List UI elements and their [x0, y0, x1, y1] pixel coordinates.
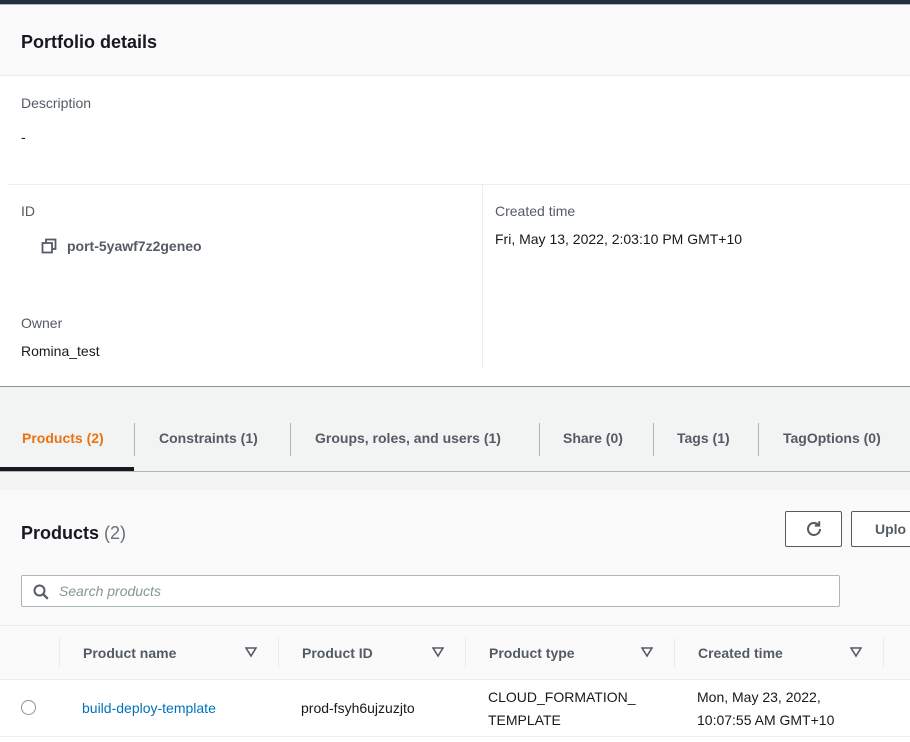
product-id-cell: prod-fsyh6ujzuzjto [301, 700, 415, 716]
description-value: - [21, 129, 26, 145]
id-label: ID [21, 203, 35, 219]
created-time-label: Created time [495, 203, 576, 219]
created-time-cell-line2: 10:07:55 AM GMT+10 [697, 712, 835, 728]
tabs-border [0, 471, 910, 472]
search-field [21, 575, 840, 607]
owner-label: Owner [21, 315, 63, 331]
search-icon [33, 584, 49, 600]
description-label: Description [21, 95, 92, 111]
column-header-product-id[interactable]: Product ID [302, 625, 373, 680]
row-divider [0, 736, 910, 737]
product-name-link[interactable]: build-deploy-template [82, 700, 216, 716]
tab-separator [290, 423, 291, 456]
sort-down-icon[interactable] [850, 646, 862, 658]
column-header-created-time[interactable]: Created time [698, 625, 783, 680]
product-type-cell-line1: CLOUD_FORMATION_ [488, 689, 636, 705]
tab-separator [758, 423, 759, 456]
products-count: (2) [104, 523, 127, 543]
tab-tags[interactable]: Tags (1) [677, 405, 730, 471]
tab-tagoptions[interactable]: TagOptions (0) [783, 405, 881, 471]
column-separator [883, 638, 884, 668]
search-input[interactable] [59, 576, 829, 606]
portfolio-details-panel: Portfolio details [0, 5, 910, 386]
portfolio-id: port-5yawf7z2geneo [67, 238, 202, 254]
column-separator [465, 638, 466, 668]
tab-separator [539, 423, 540, 456]
column-separator [59, 638, 60, 668]
product-type-cell-line2: TEMPLATE [488, 712, 561, 728]
divider [8, 184, 910, 185]
tab-separator [134, 423, 135, 456]
column-separator [674, 638, 675, 668]
row-select-radio[interactable] [21, 700, 36, 715]
sort-down-icon[interactable] [641, 646, 653, 658]
panel-border [0, 386, 910, 387]
tab-products[interactable]: Products (2) [22, 405, 104, 471]
tab-share[interactable]: Share (0) [563, 405, 623, 471]
copy-icon[interactable] [40, 237, 58, 255]
column-header-product-name[interactable]: Product name [83, 625, 176, 680]
sort-down-icon[interactable] [245, 646, 257, 658]
refresh-icon [806, 521, 821, 536]
column-header-product-type[interactable]: Product type [489, 625, 575, 680]
sort-down-icon[interactable] [432, 646, 444, 658]
tab-separator [653, 423, 654, 456]
column-divider [482, 185, 483, 369]
products-title-text: Products [21, 523, 100, 543]
created-time-value: Fri, May 13, 2022, 2:03:10 PM GMT+10 [495, 231, 743, 247]
created-time-cell-line1: Mon, May 23, 2022, [697, 689, 821, 705]
refresh-button[interactable] [785, 511, 842, 547]
tab-constraints[interactable]: Constraints (1) [159, 405, 258, 471]
column-separator [278, 638, 279, 668]
tab-groups-roles-users[interactable]: Groups, roles, and users (1) [315, 405, 501, 471]
panel-header: Portfolio details [0, 5, 910, 76]
products-title: Products (2) [21, 523, 126, 544]
panel-title: Portfolio details [21, 32, 158, 52]
owner-value: Romina_test [21, 343, 100, 359]
upload-button[interactable]: Uplo [851, 511, 910, 547]
